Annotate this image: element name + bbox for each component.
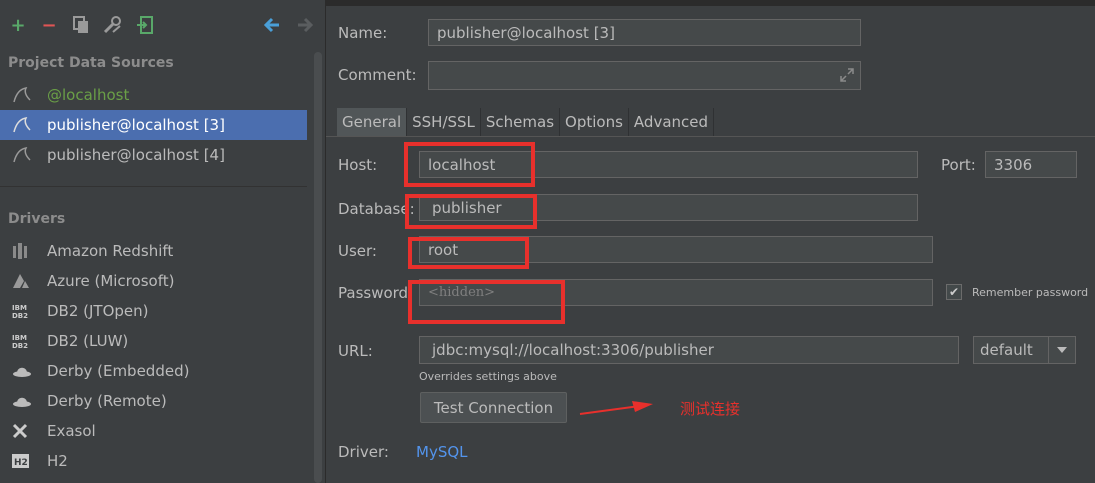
source-item-publisher-4[interactable]: publisher@localhost [4] (0, 140, 307, 170)
drivers-title: Drivers (8, 211, 66, 227)
url-mode-select[interactable]: default (973, 336, 1076, 364)
svg-text:IBM: IBM (12, 304, 27, 312)
port-label: Port: (941, 156, 976, 174)
driver-item-label: Derby (Remote) (47, 392, 167, 410)
driver-item-h2[interactable]: H2 H2 (0, 446, 307, 476)
driver-item-label: Amazon Redshift (47, 242, 174, 260)
annotation-text: 测试连接 (680, 400, 741, 418)
url-field[interactable]: jdbc:mysql://localhost:3306/publisher (419, 336, 959, 364)
redshift-icon (12, 242, 42, 260)
svg-text:DB2: DB2 (12, 342, 28, 350)
import-icon[interactable] (136, 16, 154, 34)
source-item-localhost[interactable]: @localhost (0, 80, 307, 110)
url-label: URL: (338, 342, 373, 360)
driver-item-label: Derby (Embedded) (47, 362, 190, 380)
comment-label: Comment: (338, 66, 417, 84)
database-label: Database: (338, 200, 415, 218)
tab-underline (326, 136, 1095, 137)
driver-item-db2-luw[interactable]: IBM DB2 DB2 (LUW) (0, 326, 307, 356)
remember-password-checkbox[interactable]: ✔ (946, 284, 962, 300)
driver-item-label: Azure (Microsoft) (47, 272, 175, 290)
password-label: Password: (338, 284, 414, 302)
back-icon[interactable] (263, 16, 281, 34)
driver-item-exasol[interactable]: Exasol (0, 416, 307, 446)
annotation-box-password (408, 280, 565, 324)
driver-item-label: DB2 (JTOpen) (47, 302, 149, 320)
driver-item-azure[interactable]: Azure (Microsoft) (0, 266, 307, 296)
h2-icon: H2 (12, 453, 42, 469)
sidebar-scrollbar[interactable] (314, 52, 322, 483)
remove-icon[interactable]: − (40, 15, 58, 36)
test-connection-button[interactable]: Test Connection (420, 392, 567, 423)
azure-icon (12, 273, 42, 289)
tab-general[interactable]: General (337, 108, 408, 136)
toolbar: + − (0, 0, 325, 50)
mysql-icon (12, 146, 42, 164)
annotation-box-database (405, 194, 537, 229)
driver-item-label: DB2 (LUW) (47, 332, 129, 350)
annotation-arrow-icon (579, 401, 653, 415)
driver-item-label: Exasol (47, 422, 96, 440)
dropdown-arrow-icon[interactable] (1048, 337, 1075, 363)
window-top-edge (326, 0, 1095, 6)
driver-item-label: H2 (47, 452, 68, 470)
copy-icon[interactable] (72, 16, 90, 34)
tab-bar: General SSH/SSL Schemas Options Advanced (337, 108, 715, 136)
port-field[interactable]: 3306 (985, 151, 1077, 178)
source-item-label: publisher@localhost [4] (47, 146, 225, 164)
svg-text:H2: H2 (14, 458, 28, 468)
svg-text:DB2: DB2 (12, 312, 28, 320)
forward-icon[interactable] (296, 16, 314, 34)
host-label: Host: (338, 156, 378, 174)
expand-icon[interactable] (839, 67, 855, 87)
add-icon[interactable]: + (9, 15, 27, 36)
derby-hat-icon (12, 363, 42, 379)
properties-icon[interactable] (103, 16, 121, 34)
remember-password-label: Remember password (972, 286, 1089, 299)
checkmark-icon: ✔ (948, 285, 960, 299)
driver-item-amazon-redshift[interactable]: Amazon Redshift (0, 236, 307, 266)
source-item-label: @localhost (47, 86, 130, 104)
tab-advanced[interactable]: Advanced (629, 108, 715, 136)
ibm-db2-icon: IBM DB2 (12, 332, 42, 350)
tab-options[interactable]: Options (560, 108, 629, 136)
driver-item-derby-remote[interactable]: Derby (Remote) (0, 386, 307, 416)
mysql-icon (12, 116, 42, 134)
section-divider (0, 186, 307, 187)
user-label: User: (338, 242, 377, 260)
tab-schemas[interactable]: Schemas (481, 108, 561, 136)
ibm-db2-icon: IBM DB2 (12, 302, 42, 320)
mysql-icon (12, 86, 42, 104)
annotation-box-host (404, 142, 535, 187)
comment-field[interactable] (428, 61, 861, 90)
source-item-label: publisher@localhost [3] (47, 116, 225, 134)
annotation-box-user (408, 237, 529, 269)
left-panel: + − Project Data Sources @localhost publ… (0, 0, 326, 483)
tab-ssh-ssl[interactable]: SSH/SSL (407, 108, 481, 136)
name-label: Name: (338, 24, 388, 42)
project-sources-title: Project Data Sources (8, 55, 174, 71)
exasol-icon (12, 423, 42, 439)
driver-item-db2-jtopen[interactable]: IBM DB2 DB2 (JTOpen) (0, 296, 307, 326)
source-item-publisher-3[interactable]: publisher@localhost [3] (0, 110, 307, 140)
name-field[interactable]: publisher@localhost [3] (428, 19, 861, 46)
url-mode-value: default (980, 341, 1033, 359)
derby-hat-icon (12, 393, 42, 409)
svg-text:IBM: IBM (12, 334, 27, 342)
driver-label: Driver: (338, 443, 389, 461)
overrides-note: Overrides settings above (419, 370, 557, 383)
driver-link[interactable]: MySQL (416, 443, 468, 461)
driver-item-derby-embedded[interactable]: Derby (Embedded) (0, 356, 307, 386)
